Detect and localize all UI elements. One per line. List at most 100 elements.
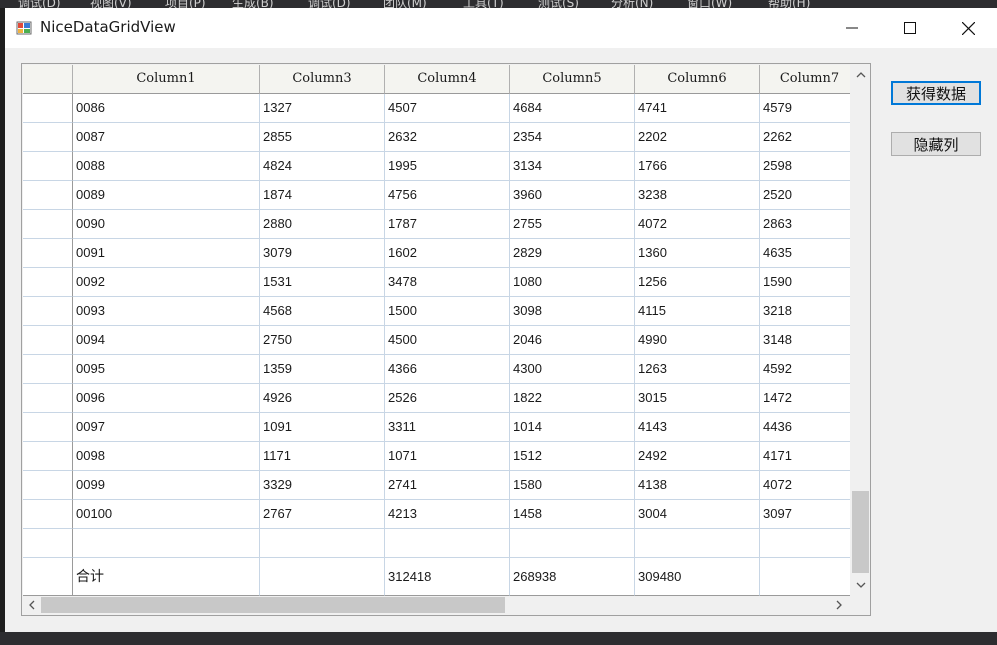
get-data-button[interactable]: 获得数据 <box>891 81 981 105</box>
column-header[interactable]: Column4 <box>385 65 510 94</box>
table-cell[interactable]: 1766 <box>635 152 760 181</box>
table-cell[interactable]: 1171 <box>260 442 385 471</box>
table-cell[interactable]: 1080 <box>510 268 635 297</box>
table-cell[interactable]: 4507 <box>385 94 510 123</box>
table-cell[interactable]: 4741 <box>635 94 760 123</box>
column-header[interactable]: Column5 <box>510 65 635 94</box>
table-cell[interactable]: 4171 <box>760 442 850 471</box>
table-cell[interactable]: 1512 <box>510 442 635 471</box>
row-header[interactable] <box>23 210 73 239</box>
table-cell[interactable]: 3098 <box>510 297 635 326</box>
new-row[interactable] <box>23 529 850 558</box>
hide-column-button[interactable]: 隐藏列 <box>891 132 981 156</box>
data-grid-view[interactable]: Column1 Column3 Column4 Column5 Column6 Colum… <box>21 63 871 616</box>
table-cell[interactable]: 1500 <box>385 297 510 326</box>
table-cell[interactable]: 0088 <box>73 152 260 181</box>
table-cell[interactable]: 0091 <box>73 239 260 268</box>
table-cell[interactable]: 0099 <box>73 471 260 500</box>
close-button[interactable] <box>939 8 997 48</box>
table-cell[interactable]: 3960 <box>510 181 635 210</box>
table-cell[interactable]: 0097 <box>73 413 260 442</box>
table-cell[interactable]: 4500 <box>385 326 510 355</box>
row-header[interactable] <box>23 181 73 210</box>
table-cell[interactable]: 2354 <box>510 123 635 152</box>
total-cell[interactable]: 312418 <box>385 558 510 596</box>
table-cell[interactable]: 2520 <box>760 181 850 210</box>
table-row[interactable]: 0097 1091 3311 1014 4143 4436 <box>23 413 850 442</box>
total-cell[interactable] <box>760 558 850 596</box>
table-cell[interactable]: 4592 <box>760 355 850 384</box>
table-cell[interactable]: 2598 <box>760 152 850 181</box>
table-cell[interactable]: 3148 <box>760 326 850 355</box>
minimize-button[interactable] <box>823 8 881 48</box>
table-cell[interactable]: 2855 <box>260 123 385 152</box>
total-row[interactable]: 合计 312418 268938 309480 <box>23 558 850 596</box>
table-cell[interactable]: 1590 <box>760 268 850 297</box>
table-cell[interactable]: 4300 <box>510 355 635 384</box>
table-cell[interactable]: 1359 <box>260 355 385 384</box>
row-header[interactable] <box>23 326 73 355</box>
table-cell[interactable]: 4824 <box>260 152 385 181</box>
table-row[interactable]: 0096 4926 2526 1822 3015 1472 <box>23 384 850 413</box>
table-row[interactable]: 0090 2880 1787 2755 4072 2863 <box>23 210 850 239</box>
total-cell[interactable]: 309480 <box>635 558 760 596</box>
table-cell[interactable]: 2632 <box>385 123 510 152</box>
table-cell[interactable]: 3097 <box>760 500 850 529</box>
table-cell[interactable]: 4990 <box>635 326 760 355</box>
table-cell[interactable]: 2829 <box>510 239 635 268</box>
vertical-scrollbar[interactable] <box>851 65 870 596</box>
table-row[interactable]: 0093 4568 1500 3098 4115 3218 <box>23 297 850 326</box>
row-header[interactable] <box>23 442 73 471</box>
table-cell[interactable]: 1874 <box>260 181 385 210</box>
table-cell[interactable]: 1995 <box>385 152 510 181</box>
table-cell[interactable]: 4366 <box>385 355 510 384</box>
table-cell[interactable]: 0098 <box>73 442 260 471</box>
table-cell[interactable] <box>385 529 510 558</box>
row-header[interactable] <box>23 152 73 181</box>
table-cell[interactable] <box>260 529 385 558</box>
row-header-corner[interactable] <box>23 65 73 94</box>
table-cell[interactable] <box>510 529 635 558</box>
table-cell[interactable]: 4436 <box>760 413 850 442</box>
table-cell[interactable] <box>635 529 760 558</box>
table-cell[interactable]: 3311 <box>385 413 510 442</box>
table-cell[interactable]: 1602 <box>385 239 510 268</box>
table-cell[interactable]: 4072 <box>635 210 760 239</box>
table-cell[interactable]: 2767 <box>260 500 385 529</box>
table-row[interactable]: 0098 1171 1071 1512 2492 4171 <box>23 442 850 471</box>
table-cell[interactable]: 4684 <box>510 94 635 123</box>
scroll-down-button[interactable] <box>852 577 869 594</box>
table-cell[interactable]: 4579 <box>760 94 850 123</box>
table-cell[interactable]: 0092 <box>73 268 260 297</box>
row-header[interactable] <box>23 239 73 268</box>
table-cell[interactable]: 0086 <box>73 94 260 123</box>
table-cell[interactable]: 3218 <box>760 297 850 326</box>
table-cell[interactable] <box>760 529 850 558</box>
table-cell[interactable]: 0096 <box>73 384 260 413</box>
row-header[interactable] <box>23 413 73 442</box>
row-header[interactable] <box>23 384 73 413</box>
table-cell[interactable] <box>73 529 260 558</box>
horizontal-scrollbar[interactable] <box>23 596 851 614</box>
horizontal-scroll-thumb[interactable] <box>41 597 505 613</box>
row-header[interactable] <box>23 529 73 558</box>
table-row[interactable]: 0091 3079 1602 2829 1360 4635 <box>23 239 850 268</box>
table-cell[interactable]: 1787 <box>385 210 510 239</box>
table-cell[interactable]: 2202 <box>635 123 760 152</box>
column-header[interactable]: Column7 <box>760 65 850 94</box>
table-cell[interactable]: 3015 <box>635 384 760 413</box>
table-cell[interactable]: 00100 <box>73 500 260 529</box>
table-cell[interactable]: 4213 <box>385 500 510 529</box>
table-cell[interactable]: 4072 <box>760 471 850 500</box>
table-cell[interactable]: 1014 <box>510 413 635 442</box>
table-cell[interactable]: 2526 <box>385 384 510 413</box>
table-row[interactable]: 0088 4824 1995 3134 1766 2598 <box>23 152 850 181</box>
table-cell[interactable]: 4635 <box>760 239 850 268</box>
table-row[interactable]: 00100 2767 4213 1458 3004 3097 <box>23 500 850 529</box>
table-cell[interactable]: 0089 <box>73 181 260 210</box>
table-cell[interactable]: 2750 <box>260 326 385 355</box>
table-cell[interactable]: 1472 <box>760 384 850 413</box>
table-cell[interactable]: 2741 <box>385 471 510 500</box>
table-row[interactable]: 0099 3329 2741 1580 4138 4072 <box>23 471 850 500</box>
row-header[interactable] <box>23 355 73 384</box>
